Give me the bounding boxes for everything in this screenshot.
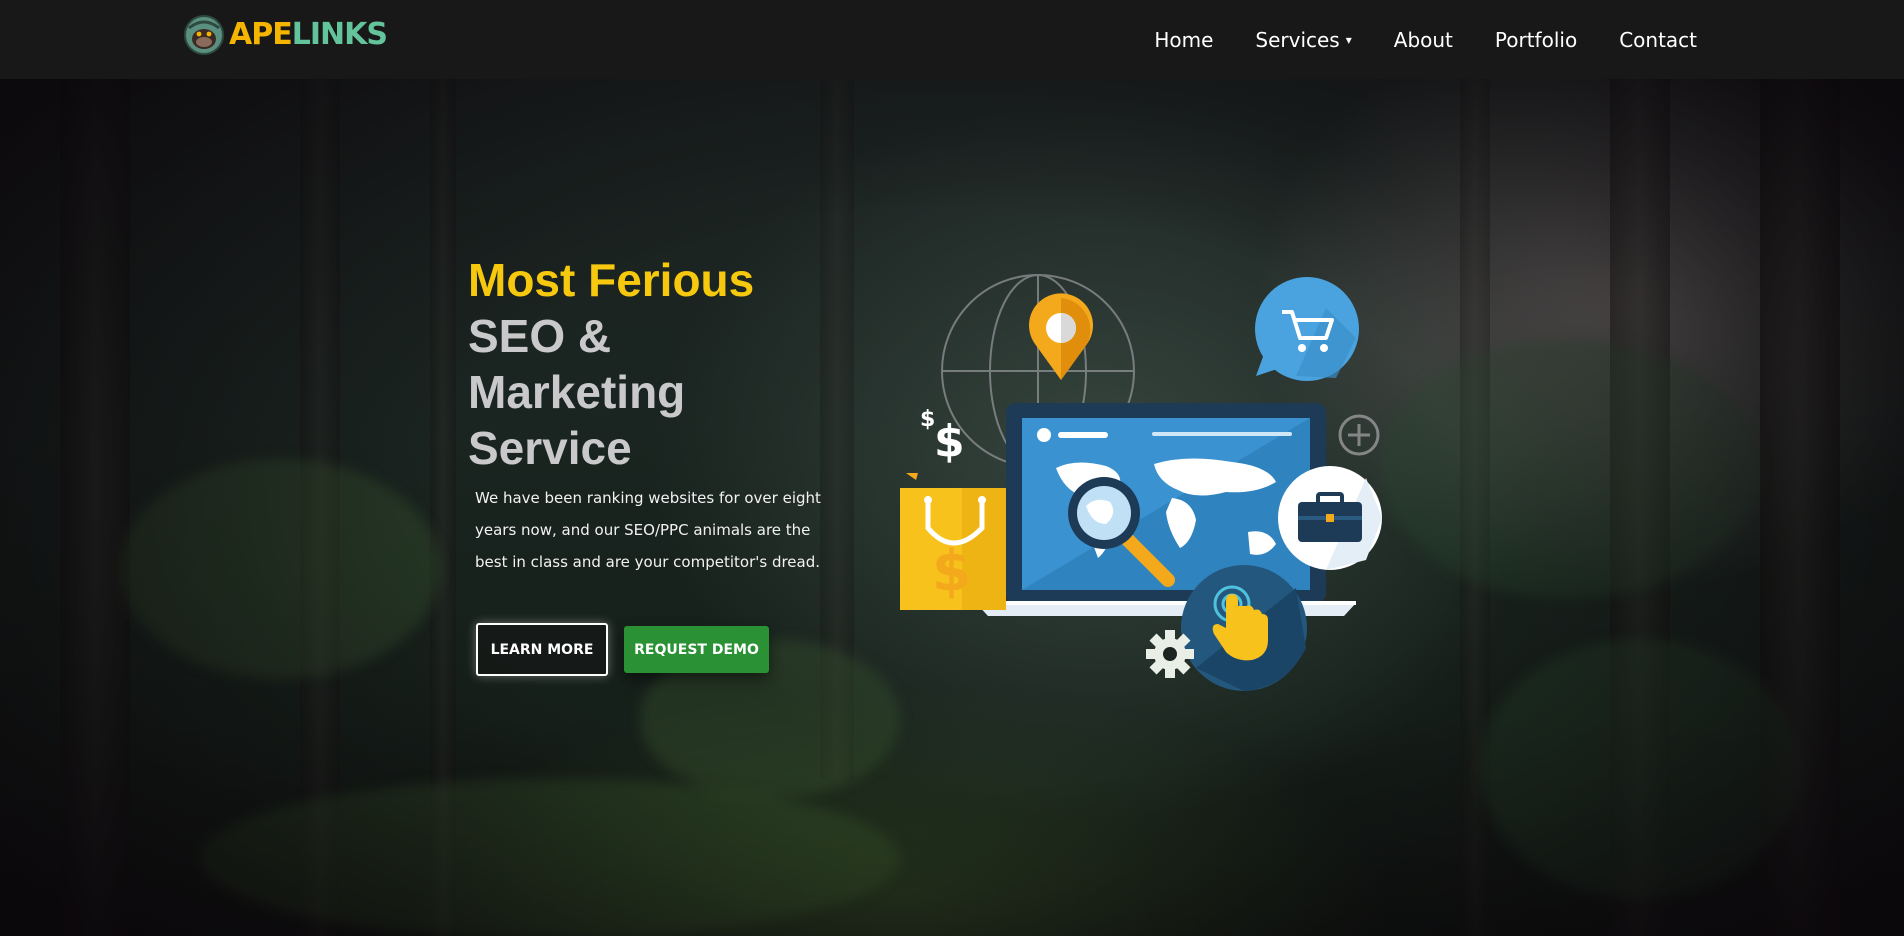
plus-icon [1338, 414, 1380, 456]
bag-dollar-sign: $ [932, 539, 971, 604]
hero-buttons: LEARN MORE REQUEST DEMO [476, 623, 769, 676]
nav-services[interactable]: Services ▾ [1255, 28, 1351, 52]
request-demo-button[interactable]: REQUEST DEMO [624, 626, 769, 673]
headline-line-3: Marketing [468, 366, 686, 418]
seo-marketing-illustration: $ $ $ [900, 274, 1382, 691]
learn-more-button[interactable]: LEARN MORE [476, 623, 608, 676]
top-navbar: APELINKS Home Services ▾ About Portfolio… [0, 0, 1904, 79]
hero-description: We have been ranking websites for over e… [475, 489, 821, 571]
touch-hand-icon [1181, 565, 1307, 691]
headline-line-4: Service [468, 422, 632, 474]
brand-logo[interactable]: APELINKS [181, 14, 388, 56]
caret-down-icon: ▾ [1345, 32, 1352, 47]
nav-contact[interactable]: Contact [1619, 28, 1697, 52]
logo-text-ape: APE [229, 17, 293, 52]
logo-text-links: LINKS [291, 17, 388, 52]
shopping-cart-icon [1255, 277, 1359, 381]
headline-accent: Most Ferious [468, 254, 755, 306]
nav-home[interactable]: Home [1154, 28, 1213, 52]
shopping-bag-icon: $ [900, 473, 1006, 610]
nav-about[interactable]: About [1394, 28, 1453, 52]
nav-portfolio[interactable]: Portfolio [1495, 28, 1577, 52]
headline-line-2: SEO & [468, 310, 612, 362]
hero-copy: Most Ferious SEO & Marketing Service We … [468, 252, 858, 578]
briefcase-icon [1278, 466, 1382, 570]
dollar-large-icon: $ [934, 416, 965, 467]
ape-head-icon [184, 15, 224, 55]
gear-icon [1146, 630, 1194, 678]
main-nav: Home Services ▾ About Portfolio Contact [1112, 0, 1697, 79]
